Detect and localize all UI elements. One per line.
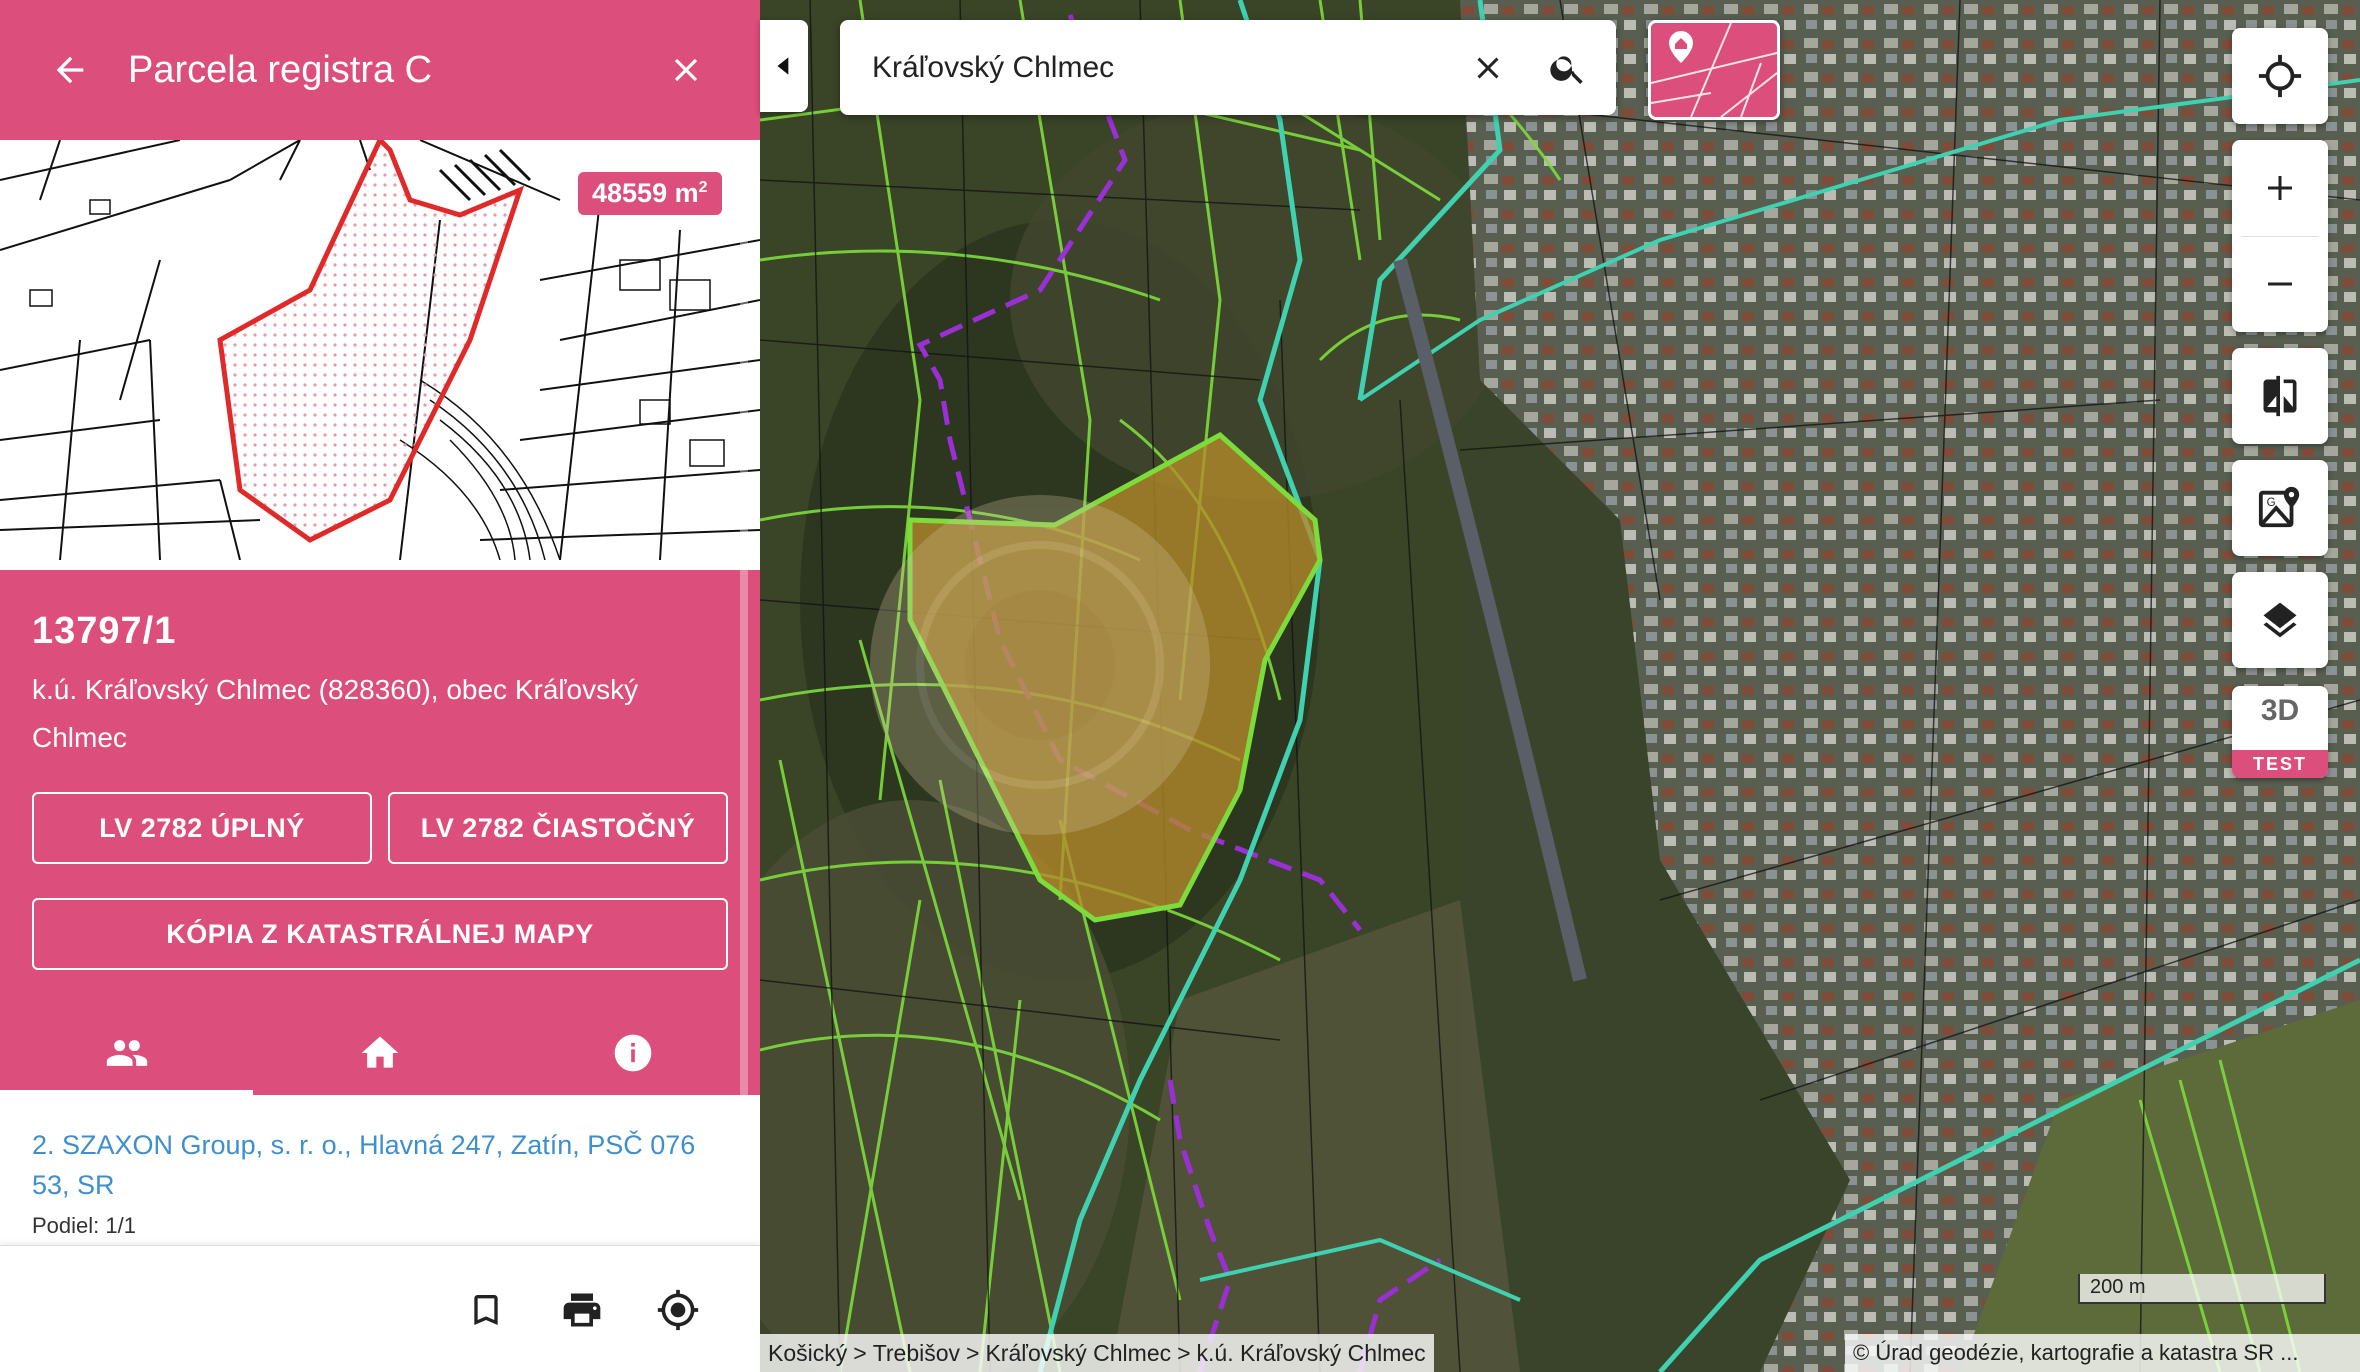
search-icon <box>1550 56 1583 84</box>
home-icon <box>361 1036 398 1068</box>
search-box <box>840 20 1616 115</box>
zoom-controls <box>2232 140 2328 332</box>
area-badge: 48559 m2 <box>578 172 722 215</box>
breadcrumb-item-district[interactable]: Trebišov <box>873 1340 960 1366</box>
3d-label: 3D <box>2260 694 2300 727</box>
cadastre-layer-button[interactable] <box>1648 20 1780 120</box>
breadcrumb: Košický > Trebišov > Kráľovský Chlmec > k.ú. K… <box>760 1334 1434 1372</box>
info-icon <box>614 1034 651 1071</box>
bookmark-icon <box>474 1295 498 1325</box>
parcel-map-preview[interactable]: 48559 m2 <box>0 140 760 560</box>
locate-parcel-button[interactable] <box>646 1278 710 1342</box>
layers-button[interactable] <box>2232 572 2328 668</box>
breadcrumb-item-cadastral-area[interactable]: k.ú. Kráľovský Chlmec <box>1197 1340 1426 1366</box>
parcel-number: 13797/1 <box>32 610 177 652</box>
clear-search-button[interactable] <box>1460 40 1516 96</box>
chevron-left-icon <box>777 57 789 75</box>
street-view-button[interactable]: G <box>2232 460 2328 556</box>
tab-bar <box>0 1010 760 1095</box>
close-icon <box>674 58 698 82</box>
collapse-panel-button[interactable] <box>760 20 808 112</box>
breadcrumb-separator: > <box>853 1340 867 1366</box>
3d-test-button[interactable]: 3D TEST <box>2232 686 2328 778</box>
test-label: TEST <box>2232 750 2328 778</box>
tab-building[interactable] <box>253 1010 506 1095</box>
panel-title: Parcela registra C <box>128 49 433 91</box>
scale-bar: 200 m <box>2078 1274 2326 1304</box>
locate-icon <box>657 1289 699 1331</box>
breadcrumb-separator: > <box>1177 1340 1191 1366</box>
zoom-in-button[interactable] <box>2232 140 2328 236</box>
close-panel-button[interactable] <box>658 42 714 98</box>
search-button[interactable] <box>1540 40 1596 96</box>
cadastre-map-thumbnail-icon <box>1651 23 1777 117</box>
tab-owners[interactable] <box>0 1010 253 1095</box>
map-copy-button[interactable]: KÓPIA Z KATASTRÁLNEJ MAPY <box>32 898 728 970</box>
breadcrumb-separator: > <box>966 1340 980 1366</box>
print-button[interactable] <box>550 1278 614 1342</box>
compare-button[interactable] <box>2232 348 2328 444</box>
my-location-icon <box>2258 54 2302 98</box>
print-icon <box>563 1293 601 1327</box>
close-icon <box>1477 57 1499 79</box>
breadcrumb-item-municipality[interactable]: Kráľovský Chlmec <box>985 1340 1171 1366</box>
breadcrumb-item-region[interactable]: Košický <box>768 1340 847 1366</box>
tab-info[interactable] <box>506 1010 759 1095</box>
parcel-panel: Parcela registra C 48559 m2 13797/1 k.ú.… <box>0 0 760 1372</box>
parcel-info: 13797/1 k.ú. Kráľovský Chlmec (828360), … <box>0 570 760 1095</box>
scale-label: 200 m <box>2090 1276 2146 1298</box>
area-unit: 2 <box>698 179 708 196</box>
lv-full-button[interactable]: LV 2782 ÚPLNÝ <box>32 792 372 864</box>
watermark-seal <box>870 495 1210 835</box>
bookmark-button[interactable] <box>454 1278 518 1342</box>
street-view-icon: G <box>2258 486 2300 528</box>
panel-header: Parcela registra C <box>0 0 760 140</box>
copyright: © Úrad geodézie, kartografie a katastra … <box>1845 1334 2360 1372</box>
owner-list: 2. SZAXON Group, s. r. o., Hlavná 247, Z… <box>0 1095 760 1245</box>
compare-icon <box>2263 375 2297 417</box>
aerial-map-drawing <box>760 0 2360 1372</box>
layers-icon <box>2263 602 2297 638</box>
area-value: 48559 m <box>592 178 699 208</box>
zoom-in-icon <box>2268 176 2292 200</box>
back-button[interactable] <box>42 42 98 98</box>
owner-link[interactable]: 2. SZAXON Group, s. r. o., Hlavná 247, Z… <box>32 1125 722 1205</box>
panel-footer <box>0 1245 760 1372</box>
my-location-button[interactable] <box>2232 28 2328 124</box>
arrow-back-icon <box>56 56 84 84</box>
owner-share: Podiel: 1/1 <box>32 1213 136 1238</box>
parcel-address: k.ú. Kráľovský Chlmec (828360), obec Krá… <box>32 674 639 753</box>
map-view[interactable] <box>760 0 2360 1372</box>
zoom-out-button[interactable] <box>2232 236 2328 332</box>
search-input[interactable] <box>870 42 1434 94</box>
zoom-out-icon <box>2268 282 2292 286</box>
panel-scrollbar[interactable] <box>740 170 748 1140</box>
people-icon <box>106 1039 147 1066</box>
lv-partial-button[interactable]: LV 2782 ČIASTOČNÝ <box>388 792 728 864</box>
svg-text:G: G <box>2267 497 2276 509</box>
